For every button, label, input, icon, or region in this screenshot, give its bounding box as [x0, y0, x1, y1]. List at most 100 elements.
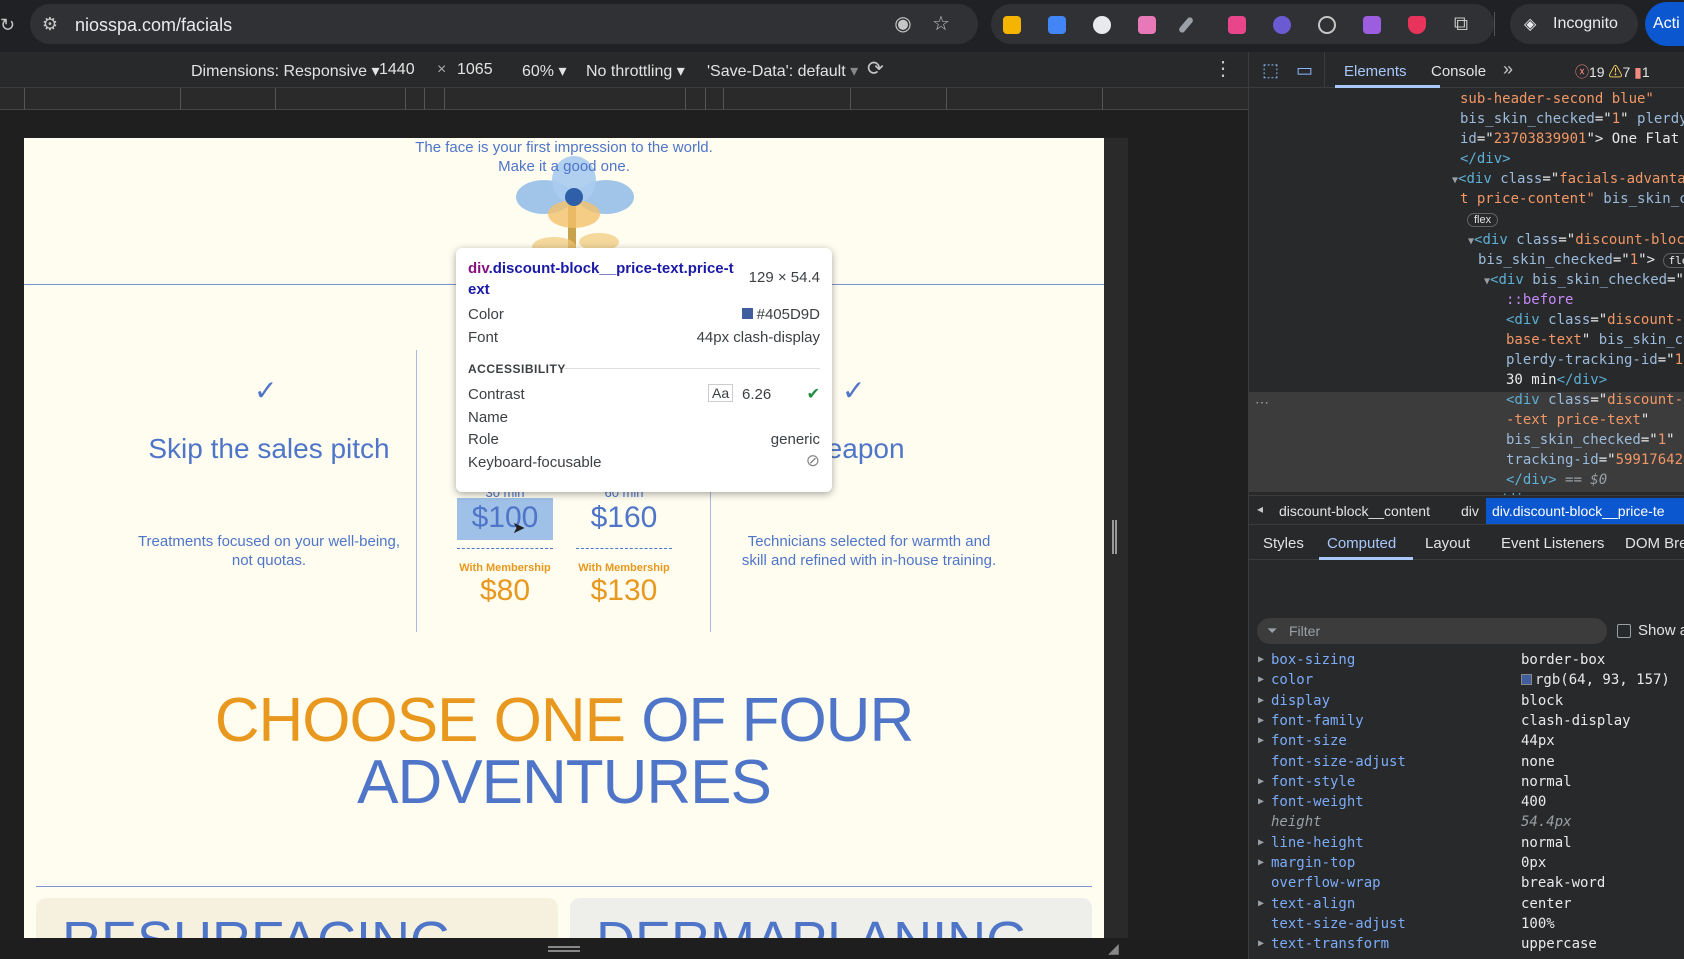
color-hex: #405D9D — [756, 306, 820, 323]
extension-docs-icon[interactable] — [1048, 16, 1066, 34]
extension-record-icon[interactable] — [1093, 16, 1111, 34]
computed-property-row[interactable]: ▶ color rgb(64, 93, 157) — [1249, 670, 1684, 690]
dom-line: id="23703839901"> One Flat — [1460, 131, 1680, 147]
tab-divider — [1324, 52, 1325, 88]
zoom-select[interactable]: 60% ▾ — [522, 61, 567, 81]
bottom-resize-strip: ◢ — [0, 938, 1248, 959]
filter-input[interactable]: ⏷ Filter — [1257, 618, 1607, 644]
site-info-icon[interactable]: ⚙ — [40, 15, 60, 33]
expand-arrow-icon[interactable]: ▶ — [1258, 650, 1264, 670]
computed-property-row[interactable]: height 54.4px — [1249, 812, 1684, 832]
action-button[interactable]: Acti — [1645, 2, 1684, 46]
ruler-tick — [1102, 88, 1103, 110]
caret-down-icon: ▾ — [558, 63, 567, 80]
inspect-element-icon[interactable]: ⬚ — [1262, 61, 1279, 79]
extension-tabs-icon[interactable] — [1273, 16, 1291, 34]
selector-tag: div — [468, 260, 489, 277]
bookmark-star-icon[interactable]: ☆ — [930, 14, 952, 34]
extension-notes-icon[interactable] — [1003, 16, 1021, 34]
puzzle-icon[interactable]: ⧉ — [1449, 14, 1473, 34]
times-sign: × — [437, 61, 447, 78]
extension-lens-icon[interactable] — [1363, 16, 1381, 34]
subtab-dom-breakpoints[interactable]: DOM Bre — [1625, 535, 1684, 552]
expand-arrow-icon[interactable]: ▶ — [1258, 853, 1264, 873]
expand-arrow-icon[interactable]: ▶ — [1258, 731, 1264, 751]
computed-property-row[interactable]: ▶ font-weight 400 — [1249, 792, 1684, 812]
tab-elements[interactable]: Elements — [1344, 63, 1407, 80]
expand-arrow-icon[interactable]: ▶ — [1258, 670, 1264, 690]
more-options-icon[interactable]: ⋮ — [1213, 59, 1233, 79]
breadcrumb-item-active[interactable]: div.discount-block__price-te — [1492, 503, 1665, 519]
rotate-icon[interactable]: ⟳ — [867, 59, 884, 79]
address-bar[interactable]: ⚙ niosspa.com/facials ◉ ☆ — [30, 4, 978, 44]
computed-property-row[interactable]: overflow-wrap break-word — [1249, 873, 1684, 893]
resize-handle[interactable] — [548, 946, 580, 952]
eye-off-icon[interactable]: ◉ — [892, 14, 914, 34]
adventure-card[interactable]: RESURFACING — [36, 898, 558, 938]
throttling-select[interactable]: No throttling ▾ — [586, 61, 685, 81]
computed-property-name: height — [1271, 814, 1322, 831]
height-input[interactable]: 1065 — [457, 61, 493, 79]
subtab-computed[interactable]: Computed — [1327, 535, 1396, 552]
ellipsis-icon[interactable]: ⋯ — [1255, 394, 1269, 411]
ruler-tick — [705, 88, 706, 110]
incognito-badge[interactable]: ◈ Incognito — [1510, 4, 1638, 44]
subtab-styles[interactable]: Styles — [1263, 535, 1304, 552]
computed-property-row[interactable]: ▶ display block — [1249, 691, 1684, 711]
flex-badge[interactable]: flex — [1467, 213, 1499, 227]
save-data-select[interactable]: 'Save-Data': default ▾ — [707, 61, 858, 81]
expand-arrow-icon[interactable]: ▶ — [1258, 792, 1264, 812]
breadcrumb-item[interactable]: discount-block__content — [1279, 503, 1430, 519]
scroll-left-icon[interactable]: ◂ — [1257, 503, 1263, 515]
expand-arrow-icon[interactable]: ▶ — [1258, 833, 1264, 853]
contrast-sample: Aa — [708, 384, 734, 402]
save-data-label: 'Save-Data': default — [707, 63, 846, 80]
expand-arrow-icon[interactable]: ▶ — [1258, 894, 1264, 914]
computed-property-row[interactable]: text-size-adjust 100% — [1249, 914, 1684, 934]
adventure-card[interactable]: DERMAPLANING — [570, 898, 1092, 938]
dom-line: sub-header-second blue" — [1460, 91, 1654, 107]
computed-property-row[interactable]: ▶ margin-top 0px — [1249, 853, 1684, 873]
eyedropper-icon[interactable] — [1177, 16, 1195, 34]
color-swatch[interactable] — [1521, 674, 1532, 686]
computed-property-name: text-align — [1271, 895, 1356, 912]
ublock-icon[interactable] — [1408, 16, 1426, 34]
compass-icon[interactable] — [1318, 16, 1336, 34]
expand-arrow-icon[interactable]: ▶ — [1258, 711, 1264, 731]
device-toggle-icon[interactable]: ▭ — [1296, 61, 1313, 79]
resize-handle[interactable] — [1112, 520, 1117, 554]
expand-arrow-icon[interactable]: ▶ — [1258, 772, 1264, 792]
reload-icon[interactable]: ↻ — [0, 16, 15, 34]
tooltip-size: 129 × 54.4 — [748, 269, 820, 286]
dom-line: bis_skin_checked="1" plerdy — [1460, 111, 1684, 127]
dimensions-select[interactable]: Dimensions: Responsive ▾ — [191, 61, 380, 81]
expand-arrow-icon[interactable]: ▶ — [1258, 691, 1264, 711]
computed-property-row[interactable]: ▶ font-style normal — [1249, 772, 1684, 792]
computed-property-row[interactable]: ▶ text-transform uppercase — [1249, 934, 1684, 954]
expand-arrow-icon[interactable]: ▶ — [1258, 934, 1264, 954]
corner-resize-icon[interactable]: ◢ — [1108, 940, 1119, 957]
computed-property-value: clash-display — [1521, 712, 1631, 729]
issue-counters[interactable]: ⓧ19 ⚠7 ▮1 — [1575, 62, 1650, 82]
computed-property-row[interactable]: ▶ font-family clash-display — [1249, 711, 1684, 731]
more-tabs-icon[interactable]: » — [1503, 60, 1513, 78]
width-input[interactable]: 1440 — [379, 61, 415, 79]
computed-property-value: center — [1521, 895, 1572, 912]
breadcrumb-item[interactable]: div — [1461, 503, 1479, 519]
computed-property-value: uppercase — [1521, 936, 1597, 953]
extension-video-icon[interactable] — [1228, 16, 1246, 34]
toolbar-divider — [1494, 12, 1495, 36]
inspect-tooltip: div.discount-block__price-text.price-tex… — [456, 248, 832, 492]
computed-property-row[interactable]: ▶ text-align center — [1249, 894, 1684, 914]
computed-property-name: font-weight — [1271, 794, 1364, 811]
computed-property-row[interactable]: font-size-adjust none — [1249, 752, 1684, 772]
computed-property-row[interactable]: ▶ font-size 44px — [1249, 731, 1684, 751]
computed-property-row[interactable]: ▶ line-height normal — [1249, 833, 1684, 853]
extension-gradient-icon[interactable] — [1138, 16, 1156, 34]
tab-console[interactable]: Console — [1431, 63, 1486, 80]
computed-property-row[interactable]: ▶ box-sizing border-box — [1249, 650, 1684, 670]
error-count: 19 — [1589, 64, 1605, 80]
subtab-event-listeners[interactable]: Event Listeners — [1501, 535, 1604, 552]
show-all-checkbox[interactable] — [1617, 624, 1631, 638]
subtab-layout[interactable]: Layout — [1425, 535, 1470, 552]
